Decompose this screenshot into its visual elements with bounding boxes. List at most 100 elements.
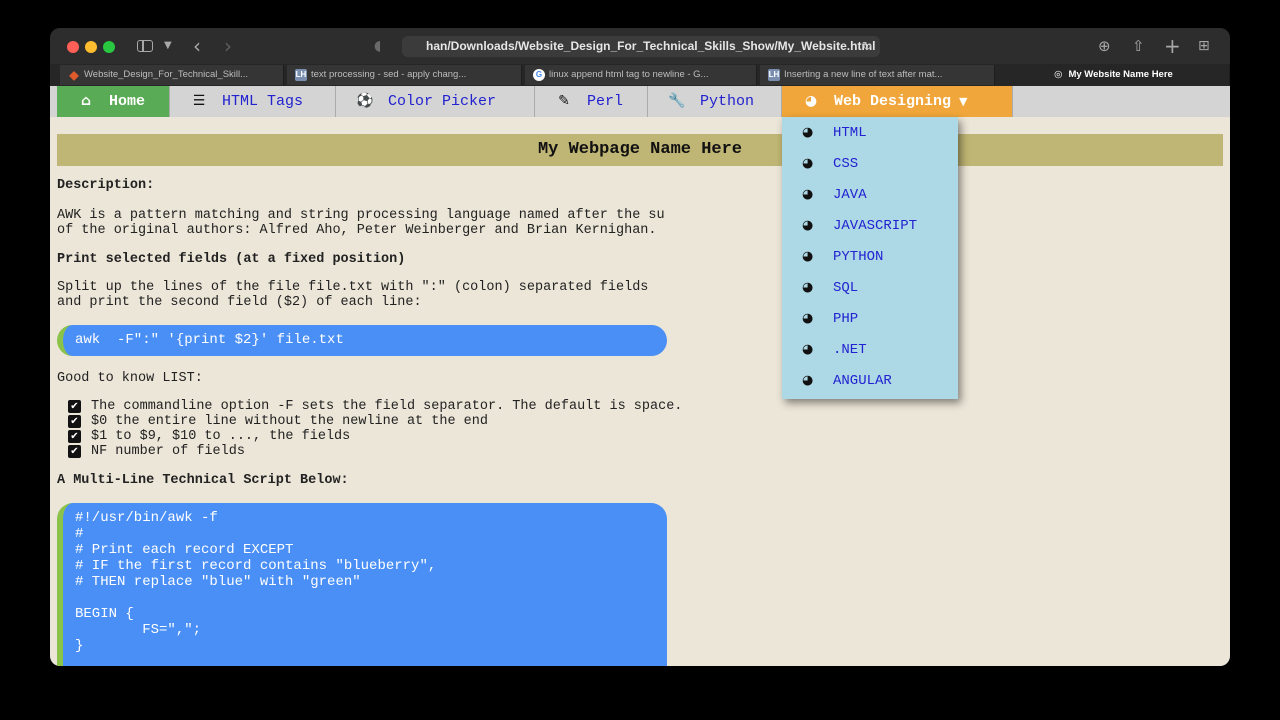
dropdown-item-php[interactable]: ◕ PHP <box>782 303 958 334</box>
list-item: NF number of fields <box>91 444 245 459</box>
dropdown-item-css[interactable]: ◕ CSS <box>782 148 958 179</box>
chevron-down-icon[interactable]: ▼ <box>164 28 172 64</box>
dropdown-label: JAVA <box>833 187 867 203</box>
dropdown-item-python[interactable]: ◕ PYTHON <box>782 241 958 272</box>
reload-icon[interactable]: ↻ <box>862 36 872 57</box>
nav-label: HTML Tags <box>222 93 304 110</box>
edit-icon: ✎ <box>558 93 570 109</box>
address-bar[interactable]: han/Downloads/Website_Design_For_Technic… <box>402 36 880 57</box>
dropdown-item-html[interactable]: ◕ HTML <box>782 117 958 148</box>
new-tab-icon[interactable]: + <box>1164 28 1181 64</box>
globe-icon: ◕ <box>802 156 814 171</box>
page-title: My Webpage Name Here <box>57 134 1223 166</box>
nav-label: Python <box>700 93 755 110</box>
dropdown-label: CSS <box>833 156 859 172</box>
section-heading: Print selected fields (at a fixed positi… <box>57 252 406 267</box>
globe-icon: ◕ <box>802 311 814 326</box>
dropdown-label: PYTHON <box>833 249 884 265</box>
home-icon: ⌂ <box>80 93 92 109</box>
nav-label: Perl <box>587 93 624 110</box>
checkbox-checked-icon: ✔ <box>68 415 81 428</box>
google-icon: G <box>533 69 545 81</box>
title-bar: ▼ ‹ › ◖ han/Downloads/Website_Design_For… <box>50 28 1230 64</box>
shield-icon[interactable]: ◖ <box>374 28 381 64</box>
section-heading: A Multi-Line Technical Script Below: <box>57 473 349 488</box>
nav-label: Web Designing <box>834 93 952 110</box>
dropdown-label: PHP <box>833 311 859 327</box>
git-diamond-icon: ◆ <box>69 68 79 82</box>
close-window-button[interactable] <box>67 41 79 53</box>
nav-label: Home <box>109 93 146 110</box>
code-line: # IF the first record contains "blueberr… <box>75 558 437 574</box>
code-line: # THEN replace "blue" with "green" <box>75 574 361 590</box>
list-item: $1 to $9, $10 to ..., the fields <box>91 429 351 444</box>
web-designing-dropdown: ◕ HTML ◕ CSS ◕ JAVA ◕ JAVASCRIPT ◕ PYTHON ◕ SQ… <box>782 117 958 399</box>
code-line: #!/usr/bin/awk -f <box>75 510 218 526</box>
browser-tab[interactable]: G linux append html tag to newline - G..… <box>525 65 757 85</box>
wrench-icon: 🔧 <box>668 93 686 109</box>
sidebar-icon[interactable] <box>137 40 153 52</box>
code-line: FS=","; <box>75 622 202 638</box>
nav-item-web-designing[interactable]: ◕ Web Designing ▼ <box>782 86 1013 117</box>
list-item: The commandline option -F sets the field… <box>91 399 683 414</box>
globe-icon: ◕ <box>804 93 818 109</box>
browser-tab[interactable]: LH Inserting a new line of text after ma… <box>760 65 995 85</box>
tab-title: Inserting a new line of text after mat..… <box>784 69 943 80</box>
tab-bar: ◆ Website_Design_For_Technical_Skill... … <box>50 64 1230 86</box>
zoom-window-button[interactable] <box>103 41 115 53</box>
dropdown-label: HTML <box>833 125 867 141</box>
globe-icon: ◕ <box>802 342 814 357</box>
compass-icon: ◎ <box>1054 69 1063 80</box>
description-text: of the original authors: Alfred Aho, Pet… <box>57 223 657 238</box>
globe-icon: ◕ <box>802 218 814 233</box>
description-heading: Description: <box>57 178 155 193</box>
soccer-ball-icon: ⚽ <box>356 93 374 109</box>
code-line: # Print each record EXCEPT <box>75 542 294 558</box>
dropdown-item-angular[interactable]: ◕ ANGULAR <box>782 365 958 396</box>
site-nav: ⌂ Home ☰ HTML Tags ⚽ Color Picker ✎ Perl 🔧 Py… <box>50 86 1230 117</box>
browser-tab[interactable]: LH text processing - sed - apply chang..… <box>287 65 522 85</box>
web-page: ⌂ Home ☰ HTML Tags ⚽ Color Picker ✎ Perl 🔧 Py… <box>50 86 1230 666</box>
list-heading: Good to know LIST: <box>57 371 203 386</box>
dropdown-label: JAVASCRIPT <box>833 218 918 234</box>
paragraph-text: Split up the lines of the file file.txt … <box>57 280 649 295</box>
browser-window: ▼ ‹ › ◖ han/Downloads/Website_Design_For… <box>50 28 1230 666</box>
tab-overview-icon[interactable]: ⊞ <box>1198 28 1210 64</box>
list-item: $0 the entire line without the newline a… <box>91 414 488 429</box>
browser-tab-active[interactable]: ◎ My Website Name Here <box>998 65 1230 85</box>
globe-icon: ◕ <box>802 373 814 388</box>
tab-title: Website_Design_For_Technical_Skill... <box>84 69 249 80</box>
nav-item-python[interactable]: 🔧 Python <box>648 86 782 117</box>
code-example: awk -F":" '{print $2}' file.txt <box>57 325 667 356</box>
globe-icon: ◕ <box>802 280 814 295</box>
code-line: } <box>75 638 84 654</box>
minimize-window-button[interactable] <box>85 41 97 53</box>
code-line: BEGIN { <box>75 606 134 622</box>
globe-icon: ◕ <box>802 187 814 202</box>
dropdown-item-java[interactable]: ◕ JAVA <box>782 179 958 210</box>
forward-arrow-icon[interactable]: › <box>224 28 232 64</box>
nav-item-home[interactable]: ⌂ Home <box>57 86 170 117</box>
description-text: AWK is a pattern matching and string pro… <box>57 208 665 223</box>
nav-item-color-picker[interactable]: ⚽ Color Picker <box>336 86 535 117</box>
checkbox-checked-icon: ✔ <box>68 400 81 413</box>
dropdown-label: SQL <box>833 280 859 296</box>
nav-item-perl[interactable]: ✎ Perl <box>535 86 648 117</box>
nav-item-html-tags[interactable]: ☰ HTML Tags <box>170 86 336 117</box>
list-icon: ☰ <box>192 93 206 109</box>
dropdown-label: .NET <box>833 342 867 358</box>
browser-tab[interactable]: ◆ Website_Design_For_Technical_Skill... <box>60 65 284 85</box>
site-favicon-icon: LH <box>768 69 780 81</box>
dropdown-label: ANGULAR <box>833 373 892 389</box>
dropdown-item-dotnet[interactable]: ◕ .NET <box>782 334 958 365</box>
download-icon[interactable]: ⊕ <box>1098 28 1111 64</box>
globe-icon: ◕ <box>802 125 814 140</box>
caret-down-icon: ▼ <box>959 95 968 108</box>
dropdown-item-javascript[interactable]: ◕ JAVASCRIPT <box>782 210 958 241</box>
back-arrow-icon[interactable]: ‹ <box>193 28 201 64</box>
checkbox-checked-icon: ✔ <box>68 445 81 458</box>
nav-label: Color Picker <box>388 93 497 110</box>
dropdown-item-sql[interactable]: ◕ SQL <box>782 272 958 303</box>
share-icon[interactable]: ⇧ <box>1132 28 1145 64</box>
